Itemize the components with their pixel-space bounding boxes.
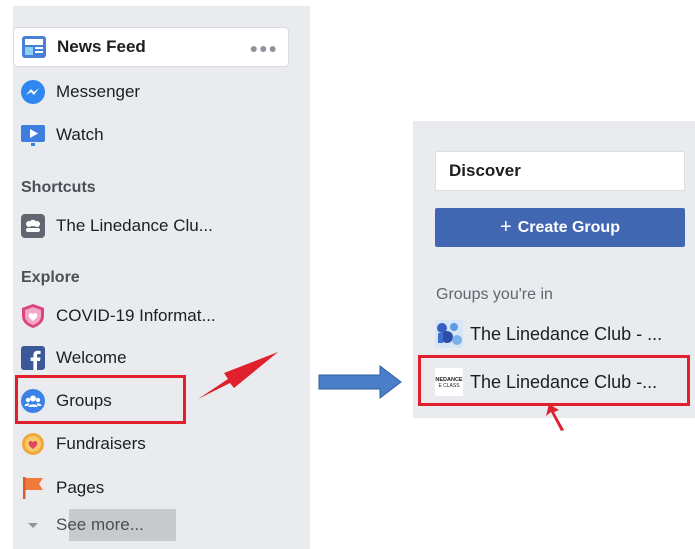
sidebar-item-label: COVID-19 Informat... [56, 306, 216, 325]
groups-highlight-box [15, 375, 186, 424]
sidebar-item-news-feed[interactable]: News Feed ●●● [13, 27, 289, 67]
group-photo-icon [435, 320, 463, 348]
explore-heading: Explore [21, 269, 80, 286]
sidebar-item-label: Messenger [56, 82, 141, 101]
sidebar-item-messenger[interactable]: Messenger [13, 72, 289, 112]
group-avatar-icon [19, 212, 47, 240]
sidebar-item-label: Watch [56, 125, 104, 144]
chevron-down-icon [19, 511, 47, 539]
sidebar-item-linedance-club[interactable]: The Linedance Clu... [13, 206, 289, 246]
plus-icon: + [500, 216, 512, 238]
sidebar-item-label: Pages [56, 478, 105, 497]
sidebar-item-covid-info[interactable]: COVID-19 Informat... [13, 296, 289, 336]
transition-arrow-icon [318, 364, 402, 400]
shortcuts-heading: Shortcuts [21, 179, 96, 196]
messenger-icon [19, 78, 47, 106]
create-group-button[interactable]: + Create Group [435, 208, 685, 247]
sidebar-item-welcome[interactable]: Welcome [13, 338, 289, 378]
sidebar-item-label: Welcome [56, 348, 127, 367]
covid-shield-icon [19, 302, 47, 330]
group-highlight-box [418, 355, 690, 406]
see-more-label: See more... [56, 515, 144, 534]
sidebar-item-label: News Feed [57, 37, 146, 56]
sidebar-item-label: Fundraisers [56, 434, 146, 453]
sidebar-see-more[interactable]: See more... [13, 505, 289, 545]
more-options-icon[interactable]: ●●● [250, 40, 278, 56]
pages-flag-icon [19, 474, 47, 502]
discover-button[interactable]: Discover [435, 151, 685, 191]
facebook-icon [19, 344, 47, 372]
groups-youre-in-heading: Groups you're in [436, 286, 553, 303]
sidebar-item-pages[interactable]: Pages [13, 468, 289, 508]
sidebar-item-watch[interactable]: Watch [13, 115, 289, 155]
create-group-label: Create Group [517, 218, 620, 236]
group-name: The Linedance Club - ... [470, 323, 663, 344]
sidebar-item-label: The Linedance Clu... [56, 216, 213, 235]
fundraisers-icon [19, 430, 47, 458]
news-feed-icon [20, 33, 48, 61]
sidebar-item-fundraisers[interactable]: Fundraisers [13, 424, 289, 464]
group-item-linedance-club-1[interactable]: The Linedance Club - ... [435, 319, 690, 349]
watch-icon [19, 121, 47, 149]
